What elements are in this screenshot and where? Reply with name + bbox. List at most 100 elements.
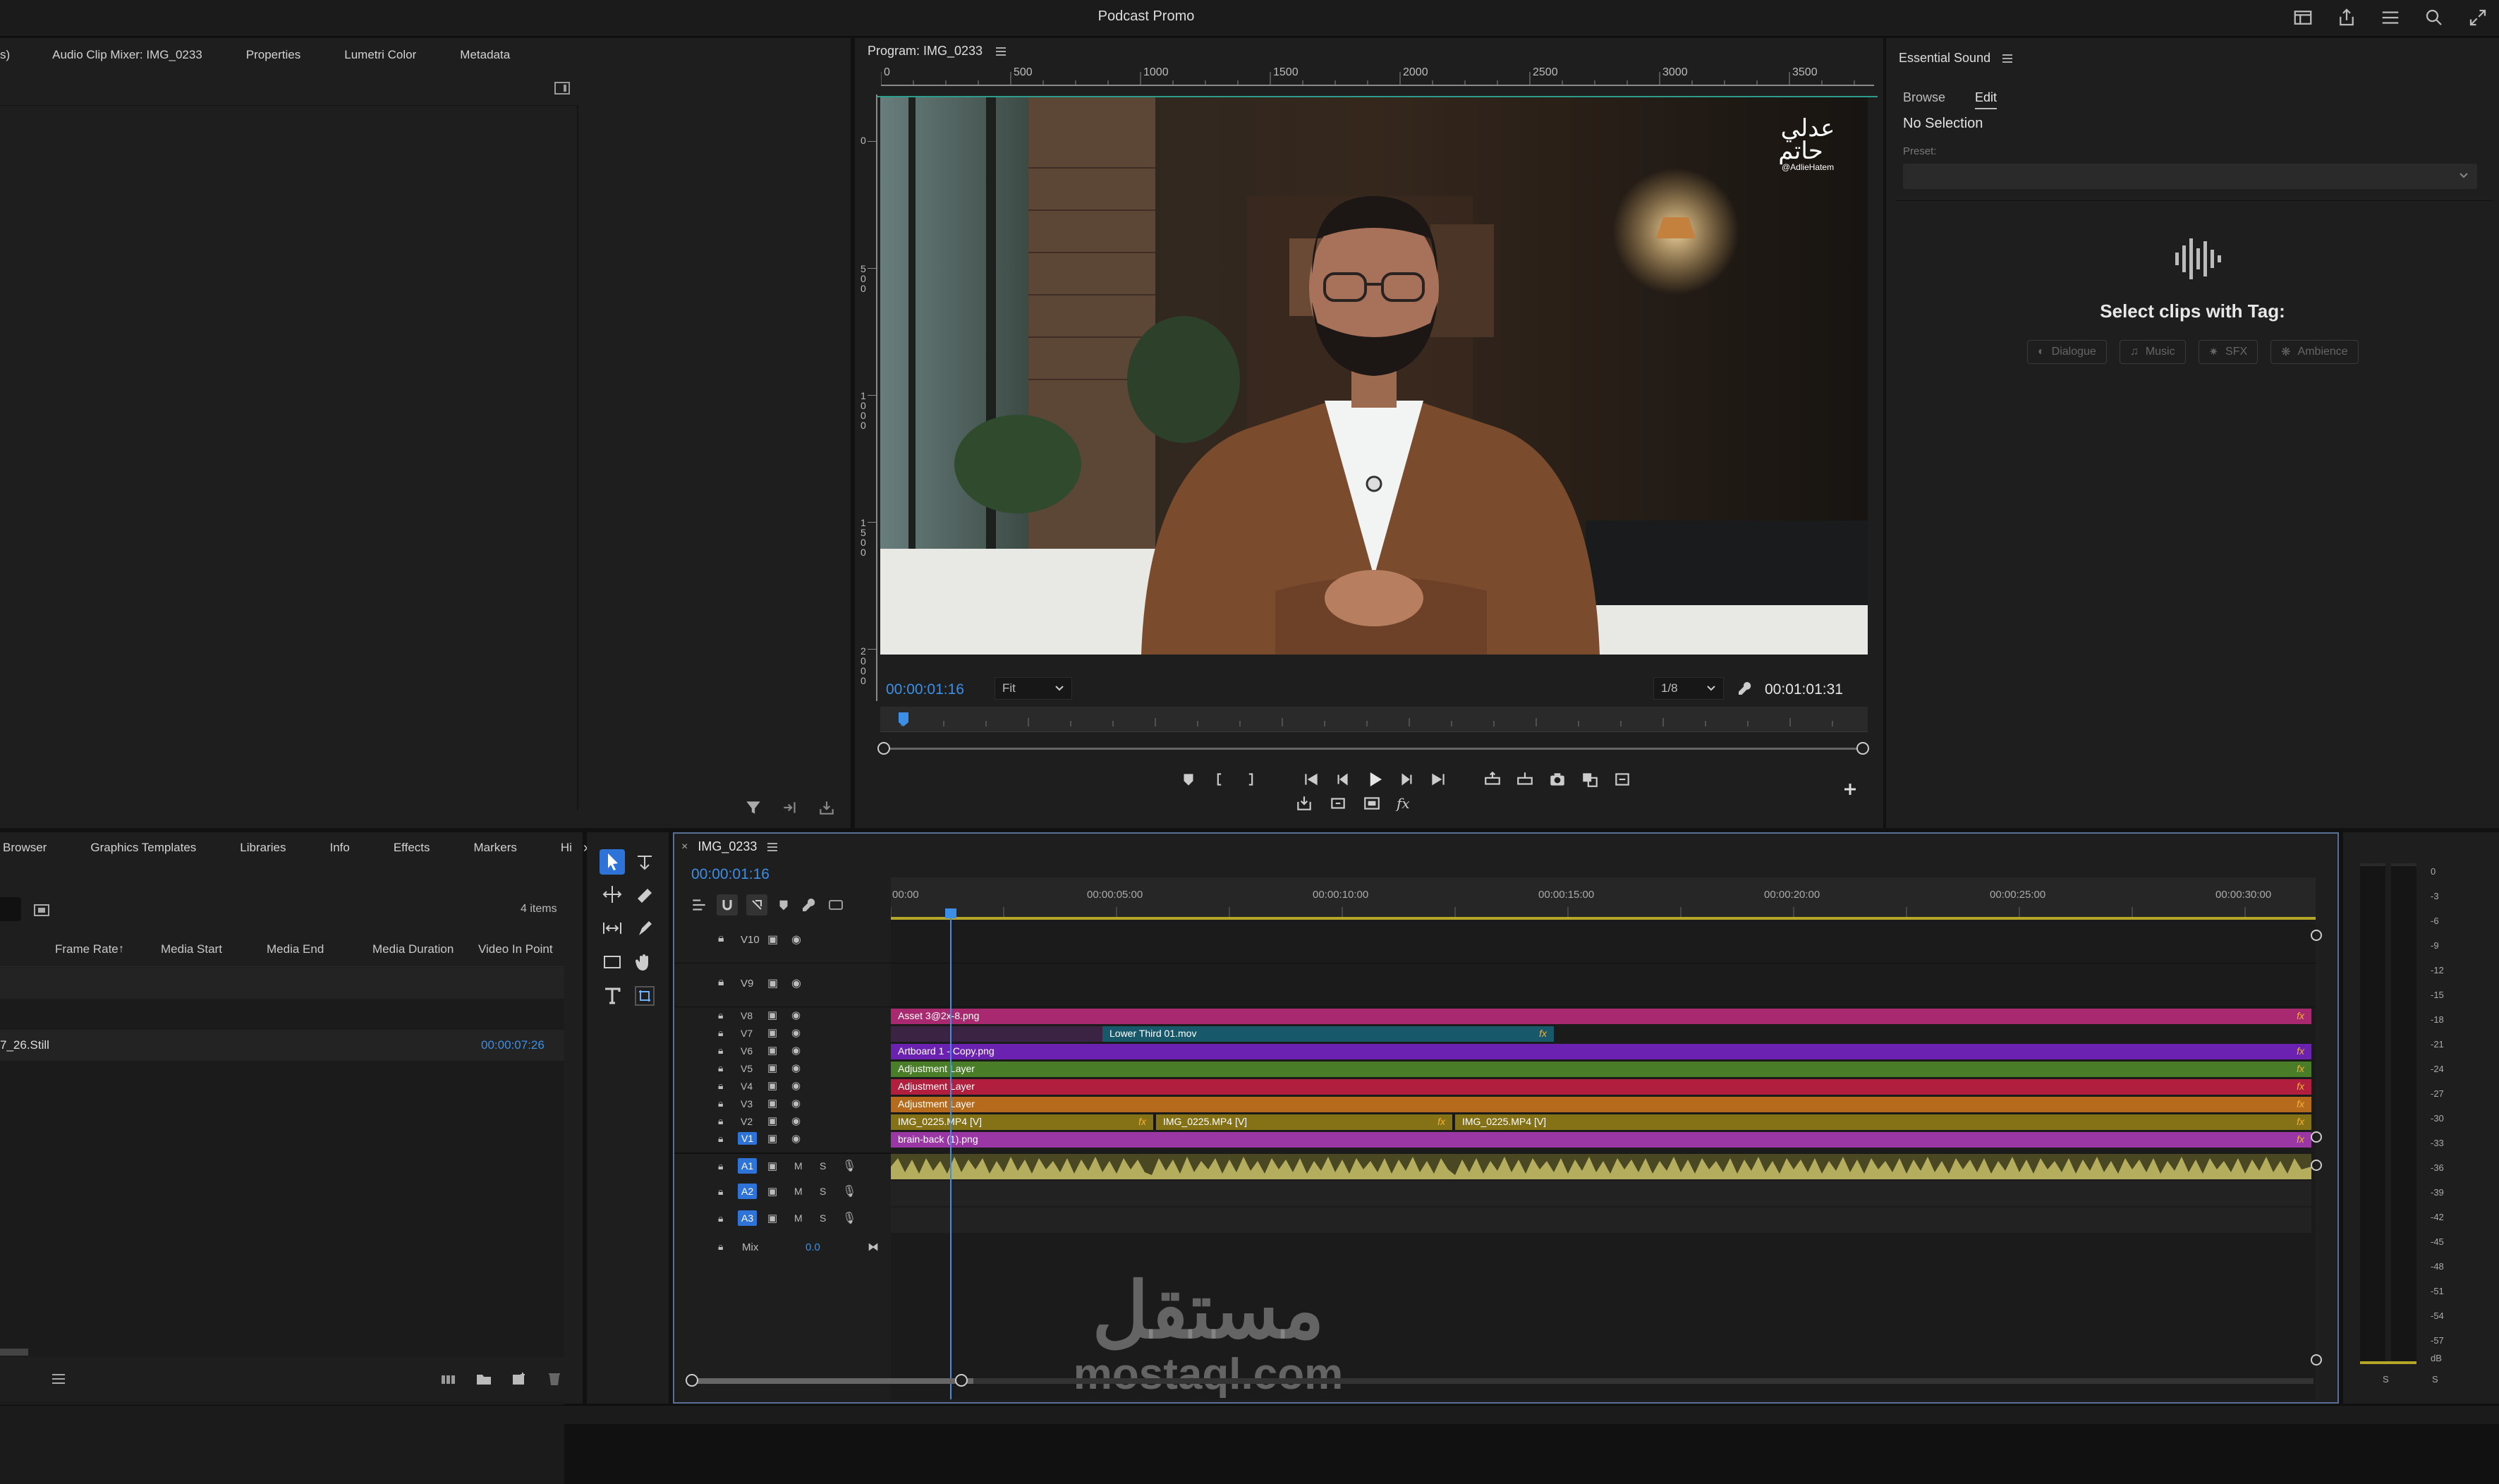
razor-icon[interactable] <box>633 883 656 906</box>
settings-wrench-icon[interactable] <box>1737 680 1753 697</box>
timeline-zoom-handle-left[interactable] <box>686 1374 698 1387</box>
eye-icon[interactable]: ◉ <box>791 1114 801 1127</box>
col-media-start[interactable]: Media Start <box>161 942 222 956</box>
playhead[interactable] <box>950 910 951 1399</box>
sync-icon[interactable]: ▣ <box>767 1114 777 1127</box>
add-button-icon[interactable] <box>1842 781 1858 797</box>
lift-icon[interactable] <box>1483 770 1502 789</box>
time-ruler[interactable]: 00:00 00:00:05:00 00:00:10:00 00:00:15:0… <box>891 877 2316 920</box>
clip-v7[interactable]: Lower Third 01.mov fx <box>1102 1026 1554 1042</box>
v-scroll-handle-mid[interactable] <box>2311 1131 2322 1143</box>
v-scroll-handle-audio[interactable] <box>2311 1160 2322 1171</box>
mute-button[interactable]: M <box>794 1160 803 1172</box>
lock-icon[interactable]: 🔒︎ <box>718 1062 723 1074</box>
slip-icon[interactable] <box>601 917 624 939</box>
lock-icon[interactable]: 🔒︎ <box>718 976 724 989</box>
panels-icon[interactable] <box>2380 7 2401 28</box>
filter-icon[interactable] <box>744 798 762 817</box>
lock-icon[interactable]: 🔒︎ <box>718 1241 723 1253</box>
tag-sfx-button[interactable]: ✷ SFX <box>2198 340 2258 364</box>
ripple-edit-icon[interactable] <box>601 883 624 906</box>
play-icon[interactable] <box>1364 769 1385 790</box>
timeline-h-scroll-thumb[interactable] <box>691 1378 973 1384</box>
lock-icon[interactable]: 🔒︎ <box>718 1115 723 1127</box>
fx-toggle[interactable]: fx <box>1397 795 1410 812</box>
table-row[interactable]: 7_26.Still 00:00:07:26 <box>0 1030 564 1061</box>
trash-icon[interactable] <box>546 1371 563 1387</box>
go-to-in-icon[interactable] <box>1302 770 1320 789</box>
trim-icon[interactable] <box>1329 794 1347 813</box>
lock-icon[interactable]: 🔒︎ <box>718 1160 723 1172</box>
linked-selection-toggle[interactable] <box>746 894 767 916</box>
tag-ambience-button[interactable]: ❋ Ambience <box>2270 340 2359 364</box>
resolution-dropdown[interactable]: 1/8 <box>1653 677 1724 700</box>
program-timecode[interactable]: 00:00:01:16 <box>886 681 964 698</box>
tab-lumetri-color[interactable]: Lumetri Color <box>344 48 416 62</box>
sync-icon[interactable]: ▣ <box>767 1044 777 1057</box>
search-input[interactable] <box>0 897 21 921</box>
eye-icon[interactable]: ◉ <box>791 932 801 947</box>
insert-icon[interactable] <box>781 798 799 817</box>
eye-icon[interactable]: ◉ <box>791 1062 801 1074</box>
zoom-handle-left[interactable] <box>877 742 890 755</box>
sync-icon[interactable]: ▣ <box>767 1212 777 1224</box>
sync-icon[interactable]: ▣ <box>767 1079 777 1092</box>
workspace-icon[interactable] <box>2292 7 2313 28</box>
eye-icon[interactable]: ◉ <box>791 1097 801 1109</box>
tab-graphics-templates[interactable]: Graphics Templates <box>90 841 196 855</box>
eye-icon[interactable]: ◉ <box>791 1044 801 1057</box>
preset-dropdown[interactable] <box>1903 164 2477 189</box>
track-label[interactable]: A3 <box>738 1210 758 1226</box>
tab-libraries[interactable]: Libraries <box>240 841 286 855</box>
fullscreen-icon[interactable] <box>2467 7 2488 28</box>
microphone-icon[interactable]: 🎙︎ <box>842 1211 856 1225</box>
solo-right-button[interactable]: S <box>2432 1374 2438 1385</box>
solo-button[interactable]: S <box>820 1160 826 1172</box>
clip-v2b[interactable]: IMG_0225.MP4 [V] fx <box>1156 1114 1454 1130</box>
zoom-scrollbar[interactable] <box>883 748 1863 750</box>
add-marker-icon[interactable] <box>1179 770 1198 789</box>
clip-v3[interactable]: Adjustment Layer fx <box>891 1097 2311 1112</box>
clip-v8[interactable]: Asset 3@2x-8.png fx <box>891 1009 2311 1024</box>
v-scroll-handle-bottom[interactable] <box>2311 1354 2322 1366</box>
timeline-zoom-handle-right[interactable] <box>955 1374 968 1387</box>
track-label[interactable]: A2 <box>738 1184 758 1199</box>
crop-tool-icon[interactable] <box>633 985 656 1007</box>
track-select-icon[interactable] <box>633 851 656 873</box>
new-bin-icon[interactable] <box>34 903 49 917</box>
tab-properties[interactable]: Properties <box>246 48 300 62</box>
panel-menu-icon[interactable] <box>767 841 778 853</box>
tab-edit[interactable]: Edit <box>1975 90 1998 109</box>
playhead-head[interactable] <box>945 908 956 918</box>
mark-out-icon[interactable] <box>1241 770 1260 789</box>
go-to-out-icon[interactable] <box>1429 770 1447 789</box>
lock-icon[interactable]: 🔒︎ <box>718 1097 723 1109</box>
track-area[interactable]: Asset 3@2x-8.png fx Lower Third 01.mov fx … <box>891 908 2316 1399</box>
col-media-duration[interactable]: Media Duration <box>372 942 454 956</box>
panel-menu-icon[interactable] <box>995 46 1007 57</box>
mute-button[interactable]: M <box>794 1212 803 1224</box>
audio-clip-a1[interactable] <box>891 1154 2311 1179</box>
tab-browser[interactable]: Browser <box>3 841 47 855</box>
step-forward-icon[interactable] <box>1398 770 1416 789</box>
panel-menu-icon[interactable] <box>2002 53 2013 64</box>
solo-button[interactable]: S <box>820 1212 826 1224</box>
lock-icon[interactable]: 🔒︎ <box>718 1027 723 1039</box>
lock-icon[interactable]: 🔒︎ <box>718 1133 723 1145</box>
sync-icon[interactable]: ▣ <box>767 932 778 947</box>
col-media-end[interactable]: Media End <box>267 942 324 956</box>
sync-icon[interactable]: ▣ <box>767 1160 777 1172</box>
mix-value[interactable]: 0.0 <box>805 1241 820 1253</box>
program-video-frame[interactable]: عدلي حاتم @AdlieHatem <box>880 97 1868 655</box>
tab-info[interactable]: Info <box>329 841 349 855</box>
eye-icon[interactable]: ◉ <box>791 1009 801 1021</box>
lock-icon[interactable]: 🔒︎ <box>718 1045 723 1057</box>
insert-sequence-icon[interactable] <box>690 896 708 914</box>
close-icon[interactable]: × <box>681 841 688 853</box>
step-back-icon[interactable] <box>1333 770 1351 789</box>
track-label[interactable]: V1 <box>738 1132 758 1145</box>
col-video-in-point[interactable]: Video In Point <box>478 942 553 956</box>
v-scroll-handle-top[interactable] <box>2311 930 2322 941</box>
lock-icon[interactable]: 🔒︎ <box>718 1212 723 1224</box>
sync-icon[interactable]: ▣ <box>767 1132 777 1145</box>
